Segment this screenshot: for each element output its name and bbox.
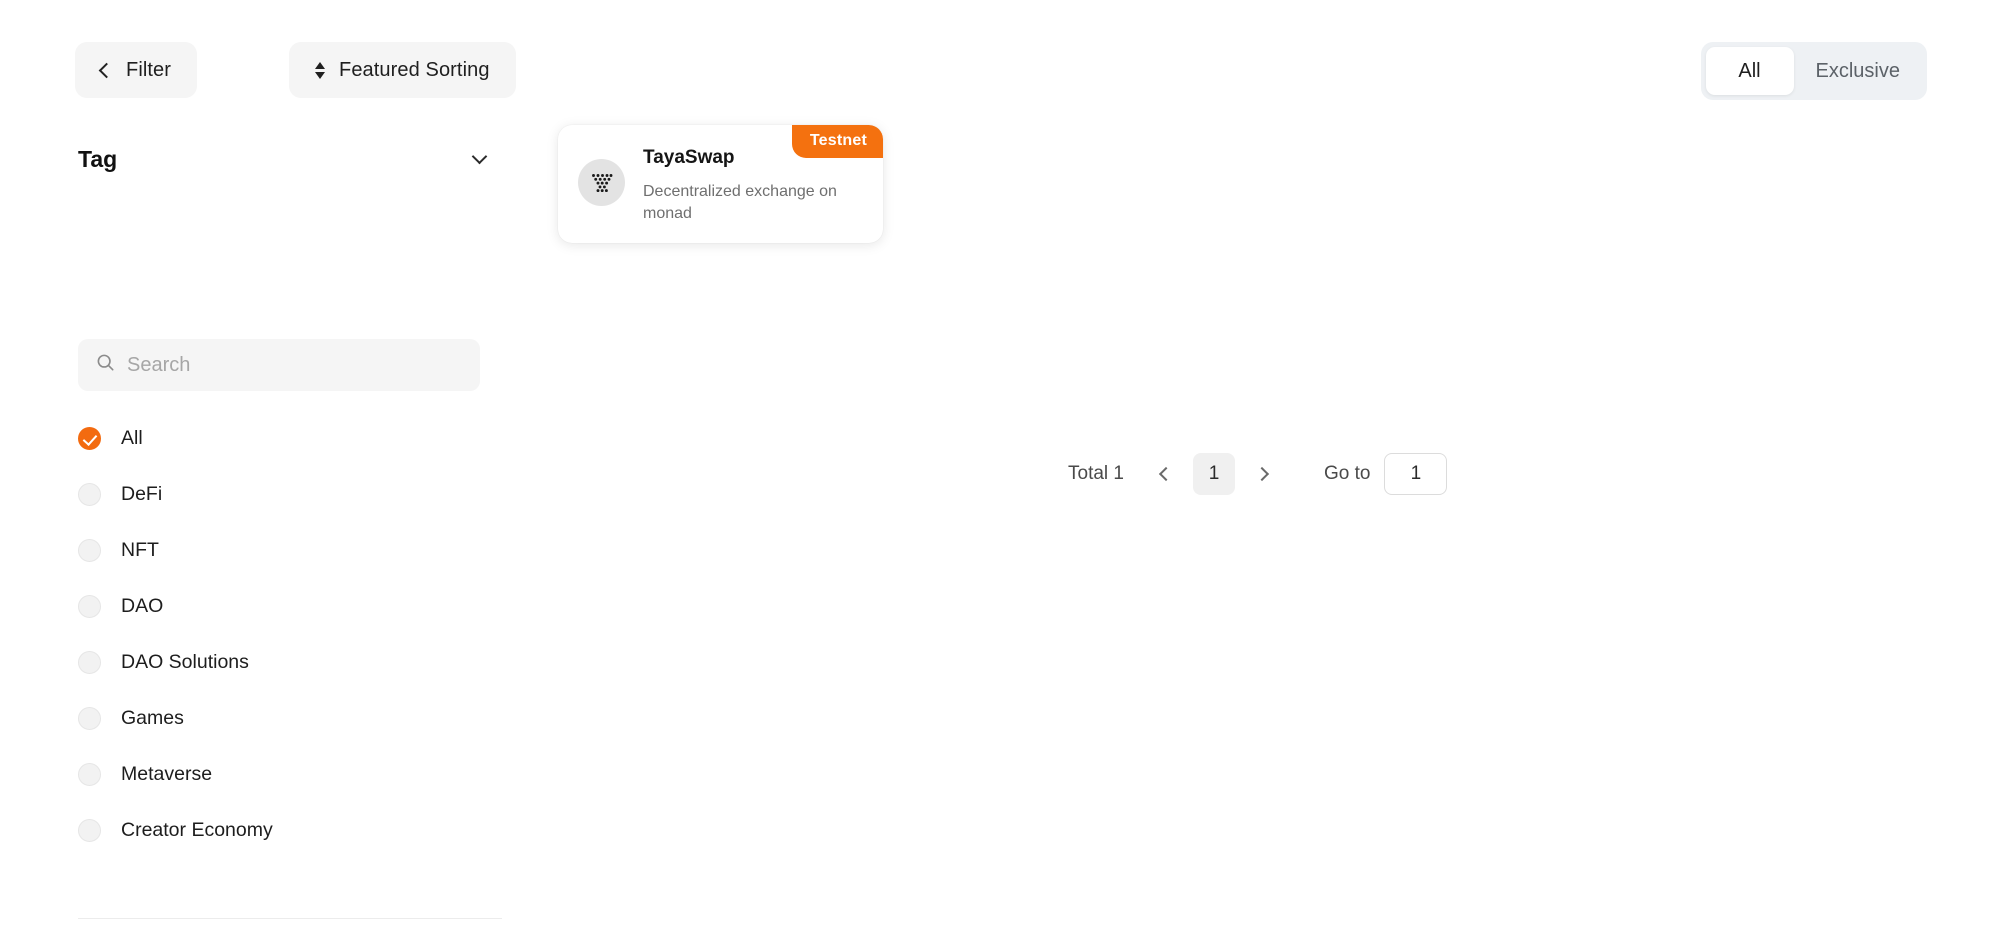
pagination-total: Total 1 (1068, 463, 1124, 484)
scope-toggle-exclusive[interactable]: Exclusive (1794, 47, 1922, 95)
toolbar: Filter Featured Sorting All Exclusive (0, 0, 2000, 120)
tag-search-input[interactable] (127, 353, 462, 377)
pagination: Total 1 1 Go to (1068, 453, 1448, 495)
search-icon (96, 353, 115, 377)
tag-search-box[interactable] (78, 339, 480, 391)
featured-sorting-button[interactable]: Featured Sorting (289, 42, 516, 98)
sort-updown-icon (315, 61, 325, 79)
tag-section-header[interactable]: Tag (0, 142, 510, 176)
tag-option-creator-economy[interactable]: Creator Economy (0, 802, 510, 858)
chevron-left-icon (98, 62, 115, 78)
tag-option-label: Creator Economy (121, 818, 273, 841)
marketplace-page: Filter Featured Sorting All Exclusive Ta… (0, 0, 2000, 940)
avatar (578, 159, 625, 206)
scope-toggle-all[interactable]: All (1705, 47, 1794, 95)
pagination-page-1[interactable]: 1 (1192, 453, 1235, 495)
radio-checked-icon[interactable] (78, 426, 101, 450)
tag-option-label: DeFi (121, 482, 163, 505)
tag-option-label: All (121, 426, 143, 449)
app-card-description: Decentralized exchange on monad (643, 182, 837, 222)
chevron-right-icon (1254, 466, 1270, 482)
radio-icon[interactable] (78, 538, 101, 562)
tag-option-label: DAO Solutions (121, 650, 249, 673)
tag-option-defi[interactable]: DeFi (0, 466, 510, 522)
radio-icon[interactable] (78, 706, 101, 730)
pagination-goto: Go to (1323, 453, 1448, 495)
app-card-tayaswap[interactable]: Testnet TayaSwap Decentralized exchange … (558, 125, 883, 243)
tayaswap-dotted-t-logo (591, 173, 612, 192)
radio-icon[interactable] (78, 650, 101, 674)
pagination-goto-label: Go to (1323, 463, 1371, 484)
tag-option-dao-solutions[interactable]: DAO Solutions (0, 634, 510, 690)
tag-option-all[interactable]: All (0, 410, 510, 466)
tag-option-list: All DeFi NFT DAO DAO Solutions Games Met… (0, 410, 510, 858)
tag-option-nft[interactable]: NFT (0, 522, 510, 578)
pagination-next-button[interactable] (1244, 456, 1280, 492)
pagination-goto-input[interactable] (1384, 453, 1448, 495)
filter-button[interactable]: Filter (75, 42, 198, 98)
pagination-prev-button[interactable] (1148, 456, 1184, 492)
tag-option-dao[interactable]: DAO (0, 578, 510, 634)
tag-option-games[interactable]: Games (0, 690, 510, 746)
investor-section-header[interactable]: Investor (0, 934, 510, 940)
filter-sidebar: Tag All DeFi NFT (0, 120, 510, 940)
status-badge: Testnet (791, 125, 883, 158)
radio-icon[interactable] (78, 594, 101, 618)
tag-option-label: DAO (121, 594, 164, 617)
scope-toggle[interactable]: All Exclusive (1700, 42, 1927, 100)
tag-section-title: Tag (78, 145, 118, 172)
radio-icon[interactable] (78, 762, 101, 786)
chevron-left-icon (1158, 466, 1174, 482)
tag-option-label: Games (121, 706, 184, 729)
featured-sorting-label: Featured Sorting (339, 58, 490, 81)
filter-button-label: Filter (126, 58, 172, 81)
radio-icon[interactable] (78, 818, 101, 842)
radio-icon[interactable] (78, 482, 101, 506)
tag-option-label: NFT (121, 538, 159, 561)
sidebar-divider (78, 918, 502, 919)
tag-option-metaverse[interactable]: Metaverse (0, 746, 510, 802)
tag-option-label: Metaverse (121, 762, 213, 785)
chevron-down-icon[interactable] (471, 148, 488, 164)
results-area: Testnet TayaSwap Decentralized exchange … (510, 120, 2000, 940)
